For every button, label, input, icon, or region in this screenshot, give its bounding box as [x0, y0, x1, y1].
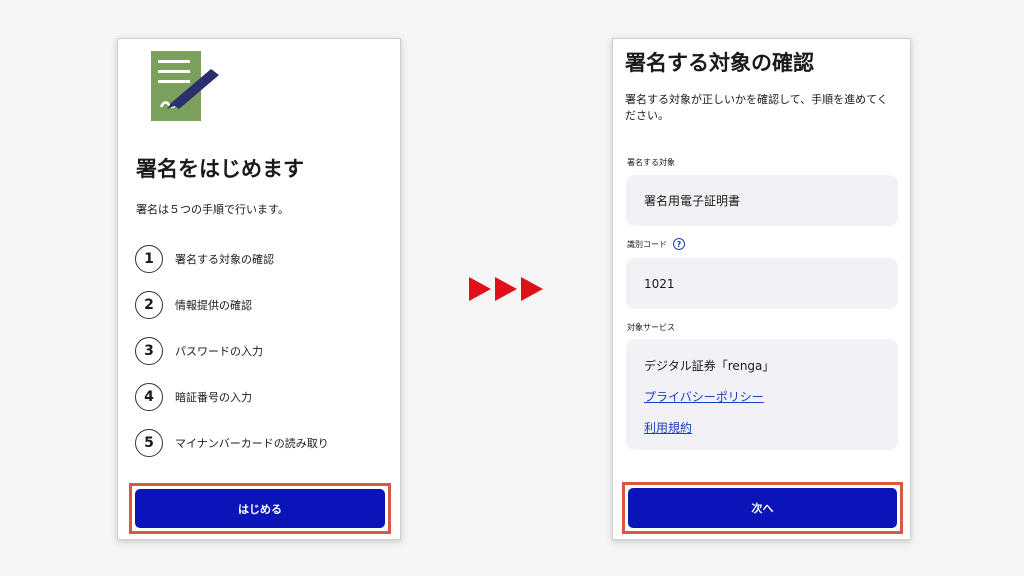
step-label: 署名する対象の確認 — [175, 253, 274, 266]
step-item: 2 情報提供の確認 — [135, 282, 395, 328]
document-signing-icon — [151, 51, 219, 121]
target-label: 署名する対象 — [627, 158, 675, 167]
step-number: 3 — [135, 337, 163, 365]
page-title: 署名する対象の確認 — [625, 51, 814, 75]
arrow-right-icon — [495, 277, 517, 301]
step-label: パスワードの入力 — [175, 345, 263, 358]
service-name: デジタル証券「renga」 — [644, 359, 775, 373]
next-button[interactable]: 次へ — [628, 488, 897, 528]
code-label: 識別コード — [627, 239, 667, 249]
step-number: 4 — [135, 383, 163, 411]
start-button-highlight: はじめる — [129, 483, 391, 534]
next-button-highlight: 次へ — [622, 482, 903, 534]
step-label: 暗証番号の入力 — [175, 391, 252, 404]
help-icon[interactable]: ? — [673, 238, 685, 250]
step-item: 5 マイナンバーカードの読み取り — [135, 420, 395, 466]
start-button[interactable]: はじめる — [135, 489, 385, 528]
terms-link[interactable]: 利用規約 — [644, 419, 898, 436]
confirm-target-screen: 署名する対象の確認 署名する対象が正しいかを確認して、手順を進めてください。 署… — [612, 38, 911, 540]
step-list: 1 署名する対象の確認 2 情報提供の確認 3 パスワードの入力 4 暗証番号の… — [135, 236, 395, 466]
code-value: 1021 — [644, 276, 675, 291]
service-label: 対象サービス — [627, 323, 675, 332]
arrow-right-icon — [469, 277, 491, 301]
page-description: 署名する対象が正しいかを確認して、手順を進めてください。 — [625, 93, 888, 122]
step-number: 2 — [135, 291, 163, 319]
step-number: 1 — [135, 245, 163, 273]
page-title: 署名をはじめます — [136, 157, 304, 181]
progress-arrows — [469, 277, 547, 301]
step-item: 1 署名する対象の確認 — [135, 236, 395, 282]
step-number: 5 — [135, 429, 163, 457]
target-value: 署名用電子証明書 — [644, 194, 741, 208]
step-label: 情報提供の確認 — [175, 299, 252, 312]
privacy-policy-link[interactable]: プライバシーポリシー — [644, 388, 898, 405]
code-label-row: 識別コード ? — [627, 238, 685, 250]
step-item: 3 パスワードの入力 — [135, 328, 395, 374]
target-field: 署名用電子証明書 — [626, 175, 898, 226]
steps-intro: 署名は５つの手順で行います。 — [136, 203, 289, 216]
arrow-right-icon — [521, 277, 543, 301]
step-item: 4 暗証番号の入力 — [135, 374, 395, 420]
step-label: マイナンバーカードの読み取り — [175, 437, 329, 450]
code-field: 1021 — [626, 258, 898, 309]
signing-start-screen: 署名をはじめます 署名は５つの手順で行います。 1 署名する対象の確認 2 情報… — [117, 38, 401, 540]
service-field: デジタル証券「renga」 プライバシーポリシー 利用規約 — [626, 339, 898, 450]
